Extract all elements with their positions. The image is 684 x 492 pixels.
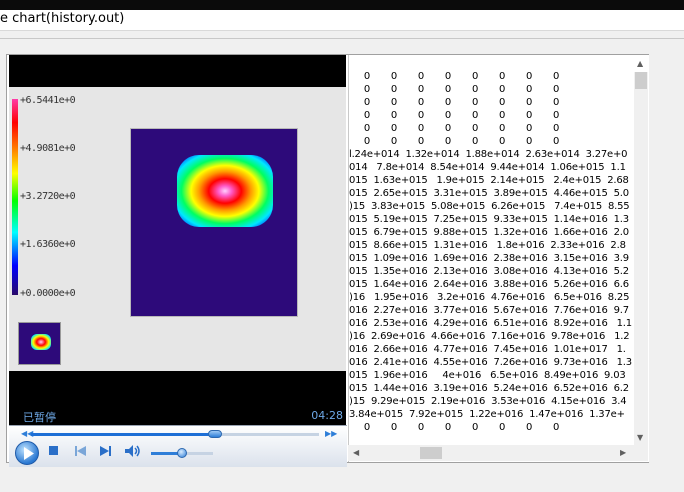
- output-line: 015 1.96e+016 4e+016 6.5e+016 8.49e+016 …: [349, 370, 626, 381]
- thumbnail-preview: [18, 322, 61, 365]
- scroll-down-icon[interactable]: ▼: [637, 433, 643, 442]
- scroll-corner: [634, 445, 648, 461]
- output-line: 015 1.64e+016 2.64e+016 3.88e+016 5.26e+…: [349, 279, 629, 290]
- seek-back-icon[interactable]: ◀◀: [21, 429, 33, 439]
- output-line: 015 1.35e+016 2.13e+016 3.08e+016 4.13e+…: [349, 266, 629, 277]
- next-icon[interactable]: [100, 446, 111, 456]
- output-line: 0 0 0 0 0 0 0 0: [349, 422, 560, 433]
- output-line: l.24e+014 1.32e+014 1.88e+014 2.63e+014 …: [349, 149, 628, 160]
- contour-plot: +6.5441e+0 +4.9081e+0 +3.2720e+0 +1.6360…: [9, 87, 346, 371]
- output-line: 015 1.44e+016 3.19e+016 5.24e+016 6.52e+…: [349, 383, 629, 394]
- output-line: 015 5.19e+015 7.25e+015 9.33e+015 1.14e+…: [349, 214, 629, 225]
- seek-progress: [31, 433, 216, 436]
- horizontal-scroll-thumb[interactable]: [420, 447, 442, 459]
- output-line: 015 6.79e+015 9.88e+015 1.32e+016 1.66e+…: [349, 227, 629, 238]
- output-line: 014 7.8e+014 8.54e+014 9.44e+014 1.06e+0…: [349, 162, 626, 173]
- volume-handle[interactable]: [177, 448, 187, 458]
- output-line: 0 0 0 0 0 0 0 0: [349, 71, 560, 82]
- volume-icon[interactable]: [125, 445, 141, 457]
- output-line: )16 1.95e+016 3.2e+016 4.76e+016 6.5e+01…: [349, 292, 630, 303]
- output-lines: 0 0 0 0 0 0 0 0 0 0 0 0 0 0 0 0 0 0 0 0 …: [349, 70, 634, 445]
- output-line: 016 2.66e+016 4.77e+016 7.45e+016 1.01e+…: [349, 344, 626, 355]
- output-line: 016 2.53e+016 4.29e+016 6.51e+016 8.92e+…: [349, 318, 632, 329]
- output-line: )15 3.83e+015 5.08e+015 6.26e+015 7.4e+0…: [349, 201, 630, 212]
- output-line: 0 0 0 0 0 0 0 0: [349, 136, 560, 147]
- colorbar: [12, 99, 18, 295]
- volume-slider[interactable]: [151, 448, 213, 458]
- vertical-scrollbar[interactable]: ▲ ▼: [634, 59, 648, 445]
- output-line: 015 1.09e+016 1.69e+016 2.38e+016 3.15e+…: [349, 253, 629, 264]
- colorbar-label-2: +4.9081e+0: [20, 143, 76, 154]
- scroll-right-icon[interactable]: ▶: [620, 448, 626, 457]
- colorbar-label-4: +1.6360e+0: [20, 239, 76, 250]
- heat-hotspot: [177, 155, 273, 227]
- seek-handle[interactable]: [208, 430, 223, 438]
- playback-time: 04:28: [311, 409, 343, 422]
- colorbar-label-max: +6.5441e+0: [20, 95, 76, 106]
- output-line: 3.84e+015 7.92e+015 1.22e+016 1.47e+016 …: [349, 409, 625, 420]
- title-bar: e chart(history.out): [0, 10, 684, 31]
- playback-status: 已暂停: [23, 411, 56, 424]
- colorbar-label-min: +0.0000e+0: [20, 288, 76, 299]
- previous-icon[interactable]: [75, 446, 86, 456]
- stop-icon[interactable]: [49, 446, 58, 455]
- heatmap-field: [130, 128, 298, 317]
- top-dark-strip: [0, 0, 684, 10]
- colorbar-label-3: +3.2720e+0: [20, 191, 76, 202]
- output-line: 0 0 0 0 0 0 0 0: [349, 110, 560, 121]
- scroll-up-icon[interactable]: ▲: [637, 59, 643, 68]
- horizontal-scrollbar[interactable]: ◀ ▶: [348, 445, 634, 461]
- thumbnail-hotspot: [31, 334, 51, 350]
- output-line: 015 2.65e+015 3.31e+015 3.89e+015 4.46e+…: [349, 188, 629, 199]
- player-controls: ◀◀ ▶▶: [9, 425, 347, 467]
- scroll-left-icon[interactable]: ◀: [353, 448, 359, 457]
- output-line: )16 2.69e+016 4.66e+016 7.16e+016 9.78e+…: [349, 331, 630, 342]
- window-title: e chart(history.out): [0, 11, 125, 26]
- output-line: 015 8.66e+015 1.31e+016 1.8e+016 2.33e+0…: [349, 240, 626, 251]
- video-player[interactable]: +6.5441e+0 +4.9081e+0 +3.2720e+0 +1.6360…: [9, 55, 346, 427]
- seek-bar[interactable]: [31, 430, 319, 438]
- output-line: 0 0 0 0 0 0 0 0: [349, 97, 560, 108]
- play-button[interactable]: [15, 441, 39, 465]
- output-line: 0 0 0 0 0 0 0 0: [349, 123, 560, 134]
- seek-forward-icon[interactable]: ▶▶: [325, 429, 337, 439]
- output-line: 015 1.63e+015 1.9e+015 2.14e+015 2.4e+01…: [349, 175, 629, 186]
- output-line: 016 2.27e+016 3.77e+016 5.67e+016 7.76e+…: [349, 305, 629, 316]
- vertical-scroll-thumb[interactable]: [635, 72, 647, 89]
- play-icon: [24, 447, 34, 460]
- output-line: )15 9.29e+015 2.19e+016 3.53e+016 4.15e+…: [349, 396, 627, 407]
- output-line: 0 0 0 0 0 0 0 0: [349, 84, 560, 95]
- output-line: 016 2.41e+016 4.55e+016 7.26e+016 9.73e+…: [349, 357, 632, 368]
- output-text-view[interactable]: 0 0 0 0 0 0 0 0 0 0 0 0 0 0 0 0 0 0 0 0 …: [348, 55, 649, 462]
